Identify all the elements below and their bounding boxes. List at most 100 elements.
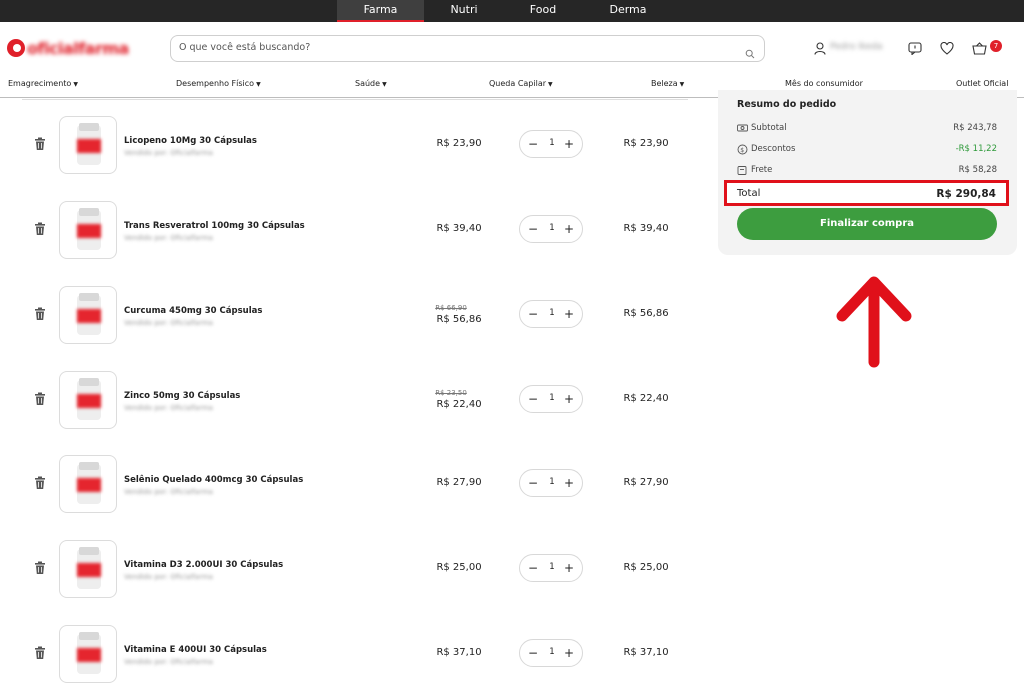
category-emagrecimento[interactable]: Emagrecimento ▼ [8, 79, 78, 88]
product-seller: Vendido por: Oficialfarma [124, 149, 213, 157]
category-label: Emagrecimento [8, 79, 72, 88]
checkout-button[interactable]: Finalizar compra [737, 208, 997, 240]
quantity-stepper: −1 + [519, 385, 583, 413]
chevron-down-icon: ▼ [679, 81, 685, 88]
product-name[interactable]: Trans Resveratrol 100mg 30 Cápsulas [124, 221, 305, 231]
category-label: Outlet Oficial [956, 79, 1009, 88]
product-seller: Vendido por: Oficialfarma [124, 658, 213, 666]
wishlist-heart-icon[interactable] [940, 40, 954, 59]
product-name[interactable]: Vitamina D3 2.000UI 30 Cápsulas [124, 560, 283, 570]
quantity-value[interactable]: 1 [546, 393, 558, 403]
increase-qty-button[interactable]: + [562, 475, 576, 491]
decrease-qty-button[interactable]: − [526, 136, 540, 152]
line-total: R$ 37,10 [623, 647, 669, 658]
trash-icon[interactable] [34, 221, 48, 237]
search-icon[interactable] [745, 44, 755, 63]
product-thumbnail[interactable] [59, 286, 117, 344]
product-name[interactable]: Curcuma 450mg 30 Cápsulas [124, 306, 262, 316]
quantity-stepper: −1 + [519, 554, 583, 582]
product-thumbnail[interactable] [59, 371, 117, 429]
subtotal-label: Subtotal [751, 123, 787, 133]
increase-qty-button[interactable]: + [562, 136, 576, 152]
increase-qty-button[interactable]: + [562, 560, 576, 576]
quantity-value[interactable]: 1 [546, 477, 558, 487]
logo-text: oficialfarma [27, 38, 129, 58]
chevron-down-icon: ▼ [382, 81, 387, 88]
unit-price: R$ 39,40 [436, 223, 482, 234]
logo-mark-icon [7, 39, 25, 57]
trash-icon[interactable] [34, 560, 48, 576]
category-label: Beleza [651, 79, 678, 88]
quantity-value[interactable]: 1 [546, 138, 558, 148]
increase-qty-button[interactable]: + [562, 221, 576, 237]
trash-icon[interactable] [34, 136, 48, 152]
category-mes-do-consumidor[interactable]: Mês do consumidor [785, 79, 863, 88]
product-thumbnail[interactable] [59, 540, 117, 598]
cart-top-divider [22, 99, 688, 100]
product-name[interactable]: Zinco 50mg 30 Cápsulas [124, 391, 240, 401]
decrease-qty-button[interactable]: − [526, 221, 540, 237]
increase-qty-button[interactable]: + [562, 645, 576, 661]
decrease-qty-button[interactable]: − [526, 645, 540, 661]
product-thumbnail[interactable] [59, 201, 117, 259]
old-price: R$ 23,50 [435, 389, 467, 397]
tab-farma[interactable]: Farma [337, 0, 424, 22]
product-name[interactable]: Licopeno 10Mg 30 Cápsulas [124, 136, 257, 146]
product-thumbnail[interactable] [59, 116, 117, 174]
cart-item-row: Zinco 50mg 30 Cápsulas Vendido por: Ofic… [0, 357, 700, 441]
trash-icon[interactable] [34, 391, 48, 407]
category-beleza[interactable]: Beleza ▼ [651, 79, 684, 88]
discount-label: Descontos [751, 144, 796, 154]
decrease-qty-button[interactable]: − [526, 391, 540, 407]
quantity-stepper: −1 + [519, 300, 583, 328]
product-seller: Vendido por: Oficialfarma [124, 234, 213, 242]
unit-price: R$ 56,86 [436, 314, 482, 325]
site-logo[interactable]: oficialfarma [7, 38, 129, 58]
category-desempenho-fisico[interactable]: Desempenho Físico ▼ [176, 79, 261, 88]
category-queda-capilar[interactable]: Queda Capilar ▼ [489, 79, 553, 88]
search-input[interactable] [179, 42, 729, 53]
svg-text:$: $ [740, 147, 744, 154]
quantity-value[interactable]: 1 [546, 308, 558, 318]
quantity-value[interactable]: 1 [546, 647, 558, 657]
category-label: Desempenho Físico [176, 79, 255, 88]
product-name[interactable]: Vitamina E 400UI 30 Cápsulas [124, 645, 267, 655]
shipping-value: R$ 58,28 [958, 165, 997, 175]
chevron-down-icon: ▼ [73, 81, 78, 88]
category-label: Queda Capilar [489, 79, 547, 88]
discount-coin-icon: $ [737, 144, 748, 158]
total-label: Total [737, 188, 761, 199]
decrease-qty-button[interactable]: − [526, 306, 540, 322]
old-price: R$ 66,90 [435, 304, 467, 312]
search-box[interactable] [170, 35, 765, 62]
cart-basket-icon[interactable] [972, 40, 987, 59]
tab-nutri[interactable]: Nutri [436, 0, 492, 22]
trash-icon[interactable] [34, 645, 48, 661]
tab-food[interactable]: Food [515, 0, 571, 22]
category-outlet-oficial[interactable]: Outlet Oficial [956, 79, 1008, 88]
support-chat-icon[interactable] [908, 40, 922, 59]
money-icon [737, 123, 748, 136]
tab-derma[interactable]: Derma [600, 0, 656, 22]
user-icon[interactable] [814, 40, 826, 59]
unit-price: R$ 37,10 [436, 647, 482, 658]
product-thumbnail[interactable] [59, 625, 117, 683]
product-seller: Vendido por: Oficialfarma [124, 319, 213, 327]
trash-icon[interactable] [34, 475, 48, 491]
chevron-down-icon: ▼ [256, 81, 261, 88]
user-name[interactable]: Pedro Ikeda [830, 42, 883, 52]
red-arrow-up-icon [836, 272, 916, 372]
cart-item-row: Selênio Quelado 400mcg 30 Cápsulas Vendi… [0, 441, 700, 525]
quantity-value[interactable]: 1 [546, 562, 558, 572]
category-saude[interactable]: Saúde ▼ [355, 79, 387, 88]
quantity-value[interactable]: 1 [546, 223, 558, 233]
product-thumbnail[interactable] [59, 455, 117, 513]
decrease-qty-button[interactable]: − [526, 560, 540, 576]
quantity-stepper: −1 + [519, 215, 583, 243]
decrease-qty-button[interactable]: − [526, 475, 540, 491]
quantity-stepper: −1 + [519, 639, 583, 667]
increase-qty-button[interactable]: + [562, 391, 576, 407]
trash-icon[interactable] [34, 306, 48, 322]
product-name[interactable]: Selênio Quelado 400mcg 30 Cápsulas [124, 475, 303, 485]
increase-qty-button[interactable]: + [562, 306, 576, 322]
